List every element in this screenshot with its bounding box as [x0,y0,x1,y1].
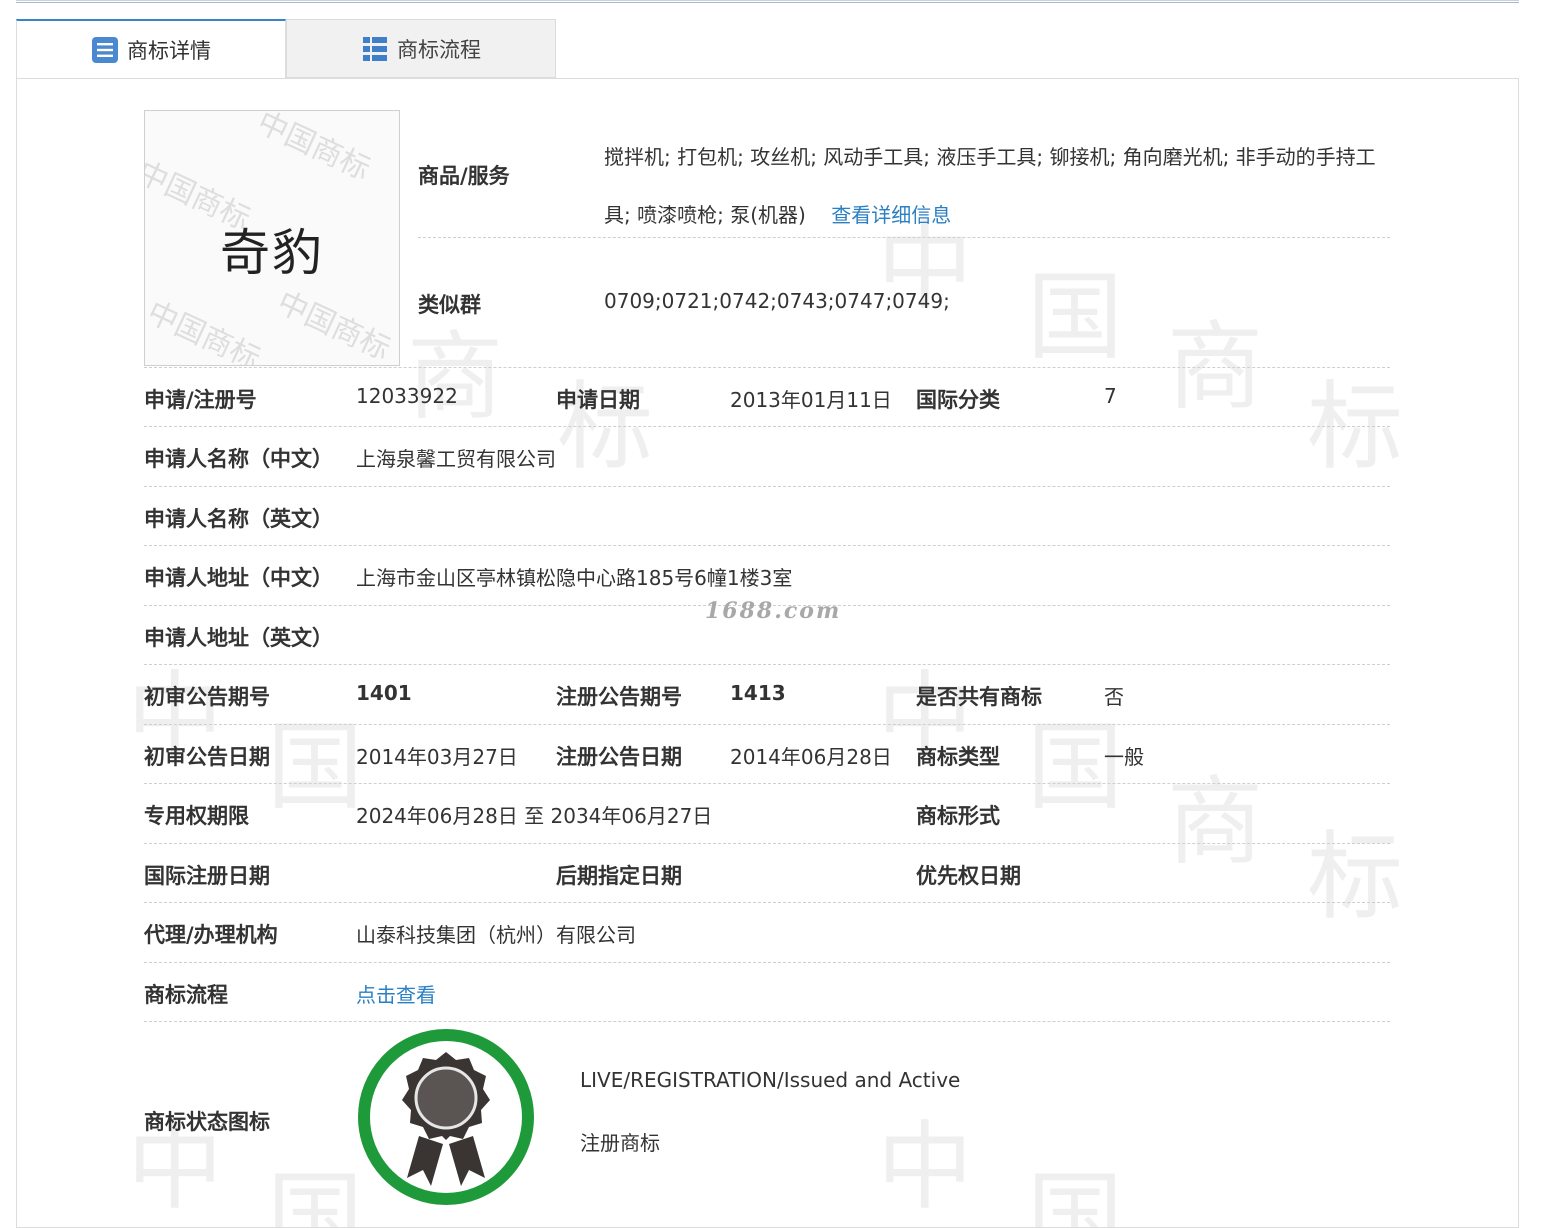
tab-trademark-flow[interactable]: 商标流程 [286,19,556,78]
bg-watermark-char: 中 [877,1111,973,1223]
bg-watermark-char: 国 [267,711,363,823]
bg-watermark-char: 国 [1027,261,1123,373]
address-cn-label: 申请人地址（中文） [144,566,333,590]
logo-watermark: 中国商标 [271,284,396,366]
goods-text: 搅拌机; 打包机; 攻丝机; 风动手工具; 液压手工具; 铆接机; 角向磨光机;… [604,145,1376,227]
tab-trademark-detail[interactable]: 商标详情 [16,19,286,79]
prelim-no-label: 初审公告期号 [144,685,270,709]
prelim-no-value: 1401 [356,681,412,705]
table-icon [361,35,389,63]
view-flow-link[interactable]: 点击查看 [356,979,436,1008]
goods-value: 搅拌机; 打包机; 攻丝机; 风动手工具; 液压手工具; 铆接机; 角向磨光机;… [604,128,1394,244]
status-en: LIVE/REGISTRATION/Issued and Active [580,1068,961,1092]
reg-date-label: 注册公告日期 [556,745,682,769]
tab-trademark-detail-label: 商标详情 [127,39,211,63]
status-icon-label: 商标状态图标 [144,1110,270,1134]
bg-watermark-char: 标 [1307,821,1403,933]
reg-announce-no-label: 注册公告期号 [556,685,682,709]
reg-announce-no-value: 1413 [730,681,786,705]
divider [144,902,1390,903]
reg-date-value: 2014年06月28日 [730,745,892,769]
view-detail-link[interactable]: 查看详细信息 [831,203,951,227]
bg-watermark-char: 标 [1307,371,1403,483]
term-label: 专用权期限 [144,804,249,828]
logo-watermark: 中国商标 [144,294,266,366]
shared-label: 是否共有商标 [916,685,1042,709]
bg-watermark-char: 商 [1167,311,1263,423]
bg-watermark-char: 国 [1027,1161,1123,1228]
divider [144,962,1390,963]
similar-group-label: 类似群 [418,293,481,317]
divider [144,664,1390,665]
flow-label: 商标流程 [144,983,228,1007]
divider [144,843,1390,844]
top-divider [16,0,1519,3]
prelim-date-value: 2014年03月27日 [356,745,518,769]
address-en-label: 申请人地址（英文） [144,626,333,650]
agent-label: 代理/办理机构 [144,923,278,947]
list-icon [91,36,119,64]
priority-date-label: 优先权日期 [916,864,1021,888]
trademark-text: 奇豹 [220,224,324,282]
reg-no-label: 申请/注册号 [144,388,257,412]
form-label: 商标形式 [916,804,1000,828]
similar-group-value: 0709;0721;0742;0743;0747;0749; [604,289,950,313]
intl-reg-date-label: 国际注册日期 [144,864,270,888]
applicant-cn-value: 上海泉馨工贸有限公司 [356,447,556,471]
applicant-en-label: 申请人名称（英文） [144,507,333,531]
reg-no-value: 12033922 [356,384,458,408]
divider [144,426,1390,427]
applicant-cn-label: 申请人名称（中文） [144,447,333,471]
later-designation-label: 后期指定日期 [556,864,682,888]
divider [418,237,1390,238]
divider [144,486,1390,487]
type-value: 一般 [1104,745,1144,769]
prelim-date-label: 初审公告日期 [144,745,270,769]
status-badge-icon [357,1028,535,1206]
divider [144,545,1390,546]
logo-watermark: 中国商标 [251,110,376,188]
site-watermark: 1688.com [705,598,842,624]
tab-trademark-flow-label: 商标流程 [397,37,481,62]
trademark-image: 中国商标 中国商标 中国商标 中国商标 奇豹 [144,110,400,366]
shared-value: 否 [1104,685,1124,709]
agent-value: 山泰科技集团（杭州）有限公司 [356,923,636,947]
term-value: 2024年06月28日 至 2034年06月27日 [356,804,713,828]
bg-watermark-char: 商 [407,321,503,433]
bg-watermark-char: 商 [1167,766,1263,878]
divider [144,724,1390,725]
address-cn-value: 上海市金山区亭林镇松隐中心路185号6幢1楼3室 [356,566,793,590]
divider [144,783,1390,784]
intl-class-value: 7 [1104,384,1117,408]
status-cn: 注册商标 [580,1131,660,1155]
bg-watermark-char: 标 [557,371,653,483]
goods-label: 商品/服务 [418,164,510,188]
divider [144,367,1390,368]
divider [144,1021,1390,1022]
app-date-label: 申请日期 [556,388,640,412]
app-date-value: 2013年01月11日 [730,388,892,412]
bg-watermark-char: 国 [267,1161,363,1228]
intl-class-label: 国际分类 [916,388,1000,412]
type-label: 商标类型 [916,745,1000,769]
